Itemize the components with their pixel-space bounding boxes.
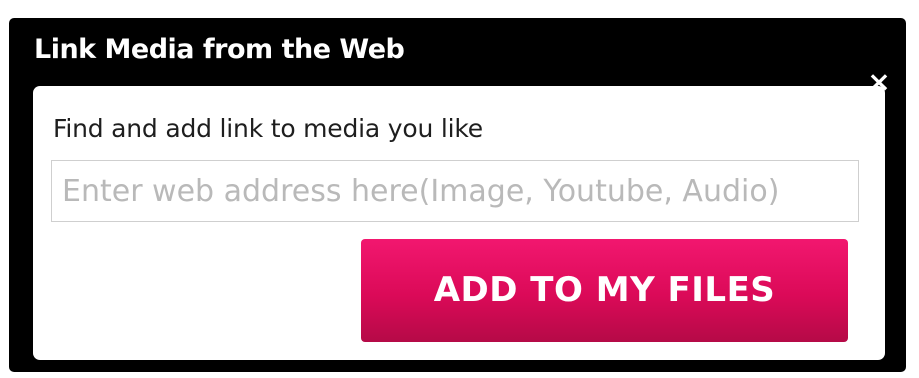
instruction-label: Find and add link to media you like xyxy=(53,114,483,143)
dialog-title: Link Media from the Web xyxy=(34,34,405,65)
link-media-dialog: Link Media from the Web × Find and add l… xyxy=(9,18,906,372)
add-to-my-files-button[interactable]: ADD TO MY FILES xyxy=(361,239,848,342)
dialog-body: Find and add link to media you like ADD … xyxy=(33,86,885,360)
web-address-input[interactable] xyxy=(51,160,859,222)
